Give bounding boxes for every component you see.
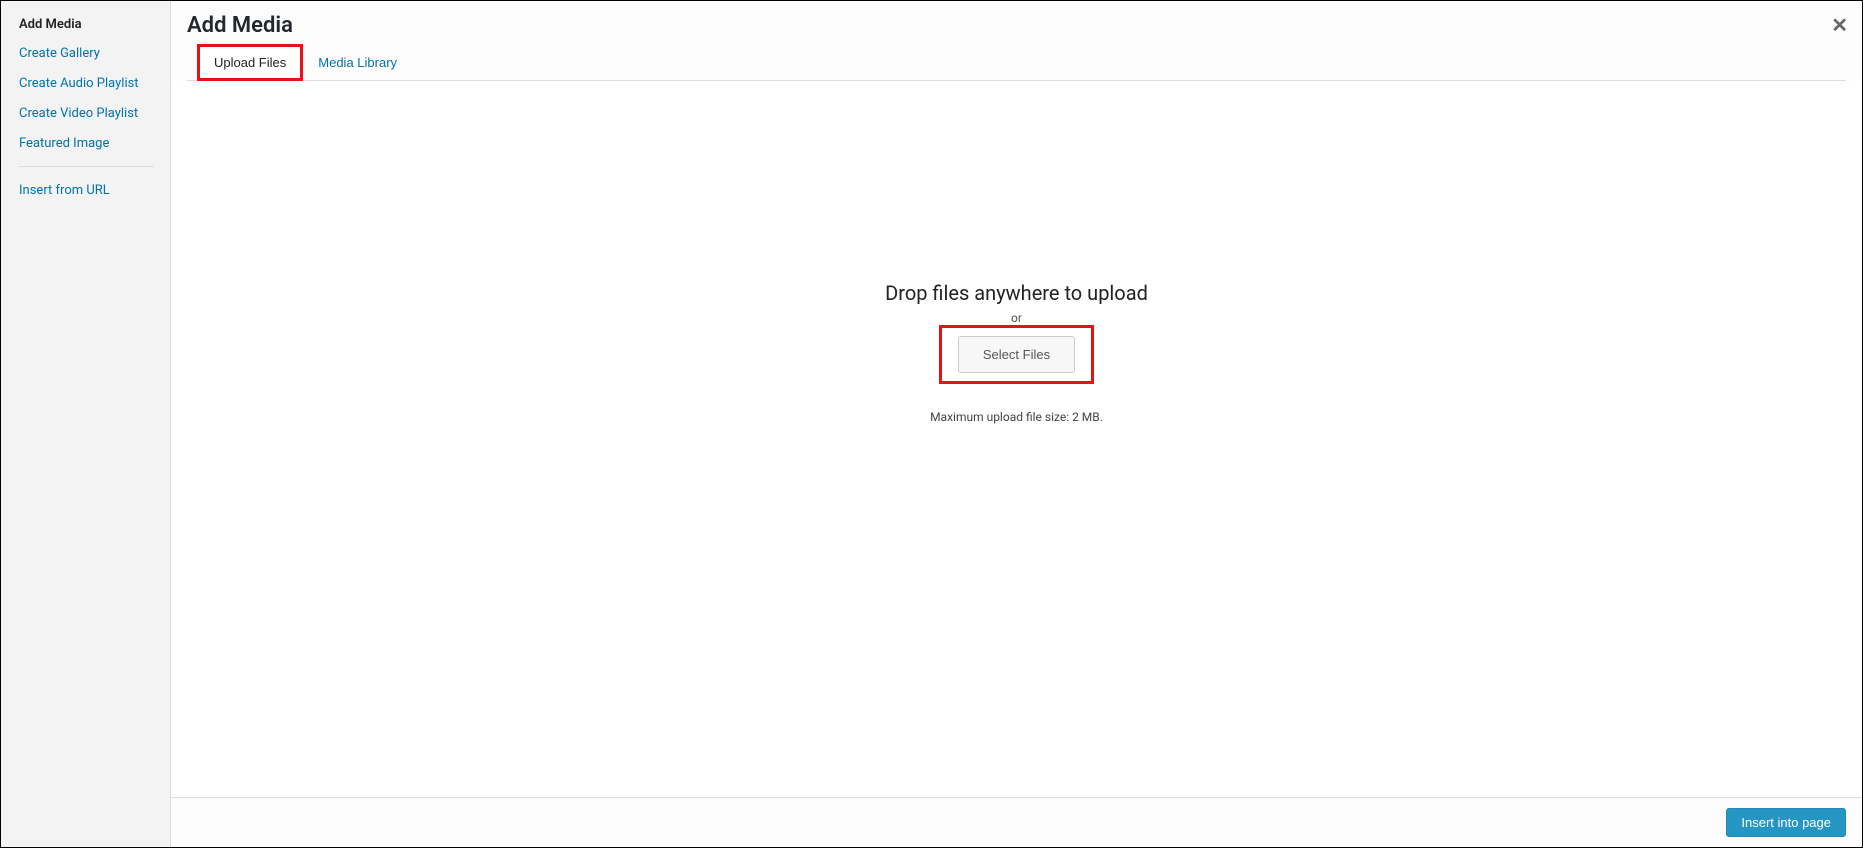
max-upload-size-text: Maximum upload file size: 2 MB.: [930, 410, 1103, 424]
page-title: Add Media: [187, 13, 1846, 38]
upload-content: Drop files anywhere to upload or Select …: [171, 81, 1862, 797]
insert-into-page-button[interactable]: Insert into page: [1726, 808, 1846, 837]
header: Add Media Upload Files Media Library: [171, 1, 1862, 81]
tabs: Upload Files Media Library: [187, 44, 1846, 81]
close-button[interactable]: ✕: [1831, 13, 1848, 38]
select-files-button[interactable]: Select Files: [958, 336, 1075, 373]
tab-upload-files[interactable]: Upload Files: [197, 44, 303, 81]
sidebar-link-insert-from-url[interactable]: Insert from URL: [19, 183, 154, 198]
tab-media-library[interactable]: Media Library: [303, 44, 412, 81]
sidebar-link-create-gallery[interactable]: Create Gallery: [19, 46, 154, 61]
main: ✕ Add Media Upload Files Media Library D…: [171, 1, 1862, 847]
sidebar-link-featured-image[interactable]: Featured Image: [19, 136, 154, 151]
select-files-highlight: Select Files: [939, 325, 1094, 384]
sidebar-title: Add Media: [19, 17, 154, 32]
drop-files-text: Drop files anywhere to upload: [885, 281, 1148, 305]
sidebar: Add Media Create Gallery Create Audio Pl…: [1, 1, 171, 847]
footer: Insert into page: [171, 797, 1862, 847]
or-text: or: [1011, 311, 1022, 325]
sidebar-link-create-audio-playlist[interactable]: Create Audio Playlist: [19, 76, 154, 91]
sidebar-divider: [19, 166, 154, 167]
close-icon: ✕: [1831, 15, 1848, 37]
sidebar-link-create-video-playlist[interactable]: Create Video Playlist: [19, 106, 154, 121]
